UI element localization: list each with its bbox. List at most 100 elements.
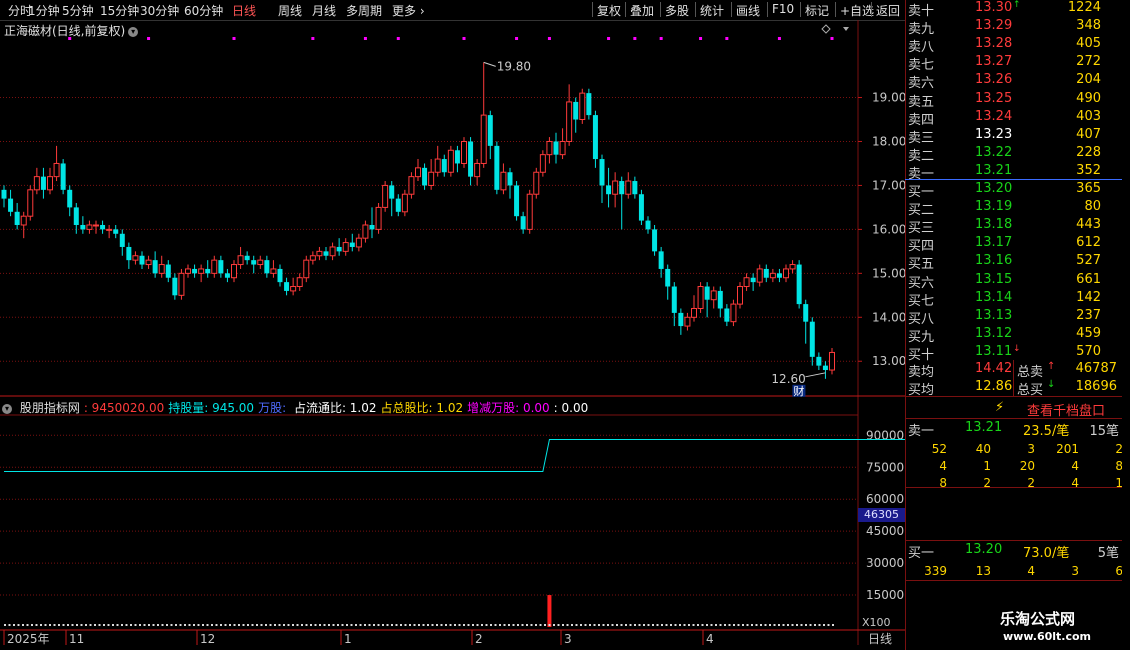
ask-row[interactable]: 卖五 13.25 490 [905,91,1125,110]
candle-body[interactable] [619,181,625,195]
candle-body[interactable] [684,316,691,327]
candle-body[interactable] [218,260,224,274]
ask-row[interactable]: 卖十 13.30 ↑ 1224 [905,0,1125,19]
candle-body[interactable] [454,150,460,164]
candle-body[interactable] [566,101,573,142]
candle-body[interactable] [8,198,14,212]
indicator-menu-icon[interactable]: ▾ [2,403,12,414]
candle-body[interactable] [447,149,454,173]
bid-row[interactable]: 买九 13.12 459 [905,326,1125,345]
candle-body[interactable] [704,286,710,300]
candle-body[interactable] [480,114,487,164]
candle-body[interactable] [428,171,435,186]
candle-body[interactable] [126,246,132,261]
candle-body[interactable] [369,224,375,230]
candle-body[interactable] [47,176,53,191]
candle-body[interactable] [165,264,171,278]
candle-body[interactable] [783,268,789,279]
candle-body[interactable] [205,268,211,274]
candle-body[interactable] [645,220,651,230]
candle-body[interactable] [533,171,540,195]
candle-body[interactable] [776,273,782,278]
candle-body[interactable] [671,286,677,313]
ask-row[interactable]: 卖九 13.29 348 [905,18,1125,37]
candle-body[interactable] [198,268,205,274]
candle-body[interactable] [60,163,66,190]
bid-row[interactable]: 买三 13.18 443 [905,217,1125,236]
candle-body[interactable] [553,141,559,155]
candle-body[interactable] [336,246,342,252]
candle-body[interactable] [106,228,113,231]
bid-row[interactable]: 买一 13.20 365 [905,181,1125,200]
bid-row[interactable]: 买二 13.19 80 [905,199,1125,218]
candle-body[interactable] [113,229,119,234]
candle-body[interactable] [401,193,408,213]
candle-body[interactable] [309,255,316,261]
candle-body[interactable] [27,189,34,217]
candle-body[interactable] [652,229,658,252]
candle-body[interactable] [434,158,441,173]
candle-body[interactable] [251,260,257,265]
candle-body[interactable] [224,273,230,278]
candle-body[interactable] [178,272,185,296]
candle-body[interactable] [355,237,362,248]
candle-body[interactable] [487,115,493,146]
candle-body[interactable] [100,224,106,230]
candle-body[interactable] [829,351,835,371]
candle-body[interactable] [803,304,809,322]
candle-body[interactable] [53,162,60,178]
ask-row[interactable]: 卖三 13.23 407 [905,127,1125,146]
candle-body[interactable] [132,255,139,261]
bid-row[interactable]: 买四 13.17 612 [905,235,1125,254]
candle-body[interactable] [665,268,671,287]
candle-body[interactable] [697,286,704,309]
candle-body[interactable] [237,255,244,266]
candle-body[interactable] [514,185,520,217]
candle-body[interactable] [737,286,743,305]
candle-body[interactable] [789,264,796,270]
candle-body[interactable] [244,255,250,261]
bid-row[interactable]: 买六 13.15 661 [905,272,1125,291]
candle-body[interactable] [507,172,513,186]
candle-body[interactable] [362,224,369,239]
ask-row[interactable]: 卖七 13.27 272 [905,54,1125,73]
candle-body[interactable] [586,93,592,116]
candle-body[interactable] [33,176,40,191]
bid-row[interactable]: 买十 13.11 ↓ 570 [905,344,1125,363]
candle-body[interactable] [408,176,415,195]
candle-body[interactable] [389,185,395,199]
candle-body[interactable] [717,290,723,309]
candle-body[interactable] [756,268,763,283]
candle-body[interactable] [415,167,421,178]
candle-body[interactable] [329,246,336,257]
bid-row[interactable]: 买八 13.13 237 [905,308,1125,327]
chevron-down-icon[interactable]: ▾ [128,26,139,37]
candle-body[interactable] [546,140,553,156]
candle-body[interactable] [152,260,158,274]
ask-row[interactable]: 卖六 13.26 204 [905,72,1125,91]
candle-body[interactable] [612,180,619,195]
candle-body[interactable] [632,181,638,195]
candle-body[interactable] [526,193,533,230]
candle-body[interactable] [14,211,20,225]
candle-body[interactable] [599,159,605,186]
candle-body[interactable] [93,224,99,227]
candle-body[interactable] [461,140,467,164]
candle-body[interactable] [158,264,165,274]
candle-body[interactable] [303,259,310,279]
candle-body[interactable] [625,180,632,195]
candle-body[interactable] [145,259,152,266]
candle-body[interactable] [678,312,684,327]
candle-body[interactable] [86,224,93,230]
candle-body[interactable] [769,272,776,279]
candle-body[interactable] [441,159,447,173]
candle-body[interactable] [638,194,644,221]
candle-body[interactable] [474,162,481,178]
candle-body[interactable] [257,259,264,266]
candle-body[interactable] [264,260,270,274]
candle-body[interactable] [395,198,401,212]
candle-body[interactable] [73,207,79,225]
candle-body[interactable] [730,303,737,323]
candle-body[interactable] [658,251,664,269]
candle-body[interactable] [270,268,277,274]
